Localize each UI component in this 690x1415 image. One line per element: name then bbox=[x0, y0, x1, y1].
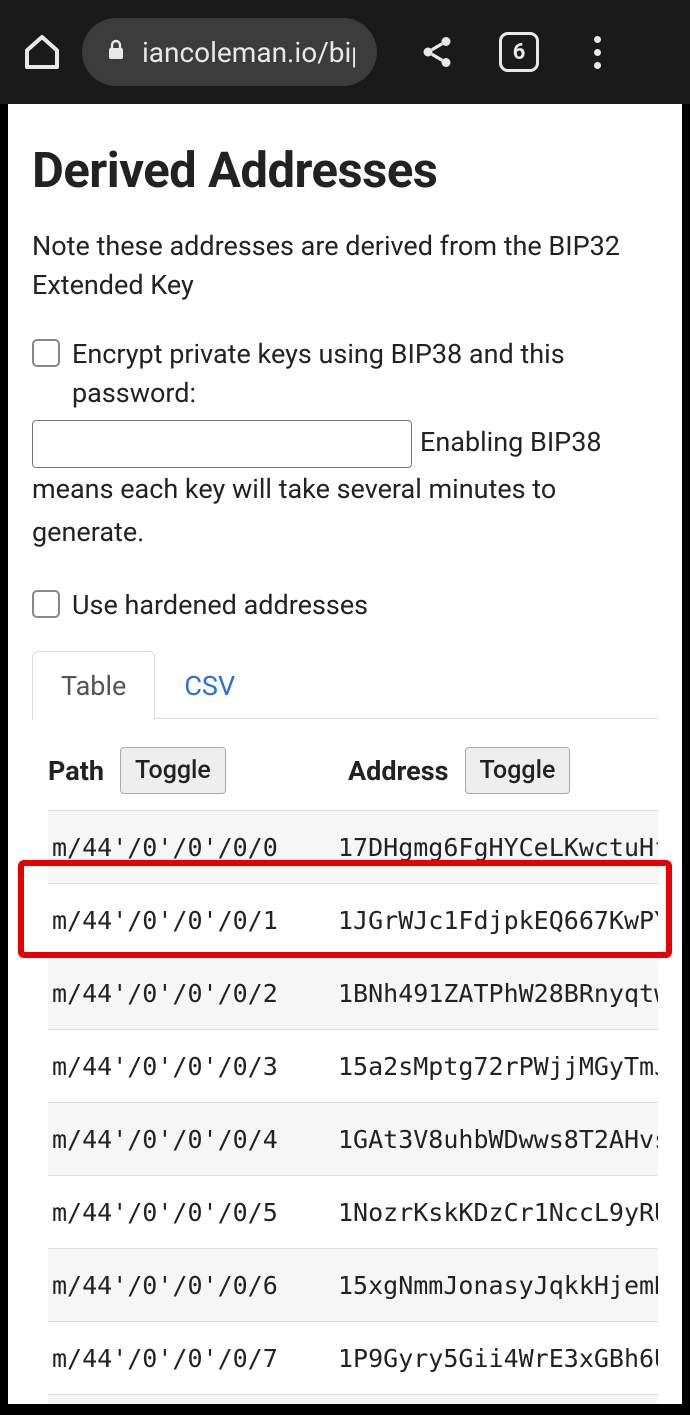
hardened-checkbox-label: Use hardened addresses bbox=[72, 586, 368, 625]
cell-address: 1P9Gyry5Gii4WrE3xGBh6U bbox=[338, 1344, 658, 1373]
page-note: Note these addresses are derived from th… bbox=[32, 227, 658, 305]
cell-path: m/44'/0'/0'/0/0 bbox=[48, 833, 338, 862]
cell-address: 1JGrWJc1FdjpkEQ667KwPY bbox=[338, 906, 658, 935]
table-row[interactable]: m/44'/0'/0'/0/71P9Gyry5Gii4WrE3xGBh6U bbox=[48, 1321, 658, 1394]
cell-path: m/44'/0'/0'/0/6 bbox=[48, 1271, 338, 1300]
home-icon[interactable] bbox=[20, 30, 64, 74]
bip38-checkbox-row: Encrypt private keys using BIP38 and thi… bbox=[32, 335, 658, 413]
toggle-path-button[interactable]: Toggle bbox=[120, 747, 226, 794]
address-table: Path Toggle Address Toggle m/44'/0'/0'/0… bbox=[32, 737, 658, 1404]
cell-path: m/44'/0'/0'/0/5 bbox=[48, 1198, 338, 1227]
table-row[interactable]: m/44'/0'/0'/0/017DHgmg6FgHYCeLKwctuHf bbox=[48, 810, 658, 883]
col-header-path: Path bbox=[48, 755, 104, 787]
bip38-hint-rest: means each key will take several minutes… bbox=[32, 473, 556, 548]
bip38-checkbox[interactable] bbox=[32, 339, 60, 367]
tab-table[interactable]: Table bbox=[32, 651, 155, 720]
cell-address: 1NozrKskKDzCr1NccL9yRU bbox=[338, 1198, 658, 1227]
bip38-hint-prefix: Enabling BIP38 bbox=[420, 426, 602, 458]
toggle-address-button[interactable]: Toggle bbox=[465, 747, 571, 794]
page-content: Derived Addresses Note these addresses a… bbox=[8, 104, 682, 1404]
table-row[interactable]: m/44'/0'/0'/0/615xgNmmJonasyJqkkHjemR bbox=[48, 1248, 658, 1321]
result-tabs: Table CSV bbox=[32, 649, 658, 719]
cell-address: 1GAt3V8uhbWDwws8T2AHvs bbox=[338, 1125, 658, 1154]
cell-path: m/44'/0'/0'/0/2 bbox=[48, 979, 338, 1008]
url-text: iancoleman.io/bip bbox=[142, 36, 355, 69]
hardened-checkbox-row: Use hardened addresses bbox=[32, 586, 658, 625]
cell-path: m/44'/0'/0'/0/1 bbox=[48, 906, 338, 935]
tab-count-button[interactable]: 6 bbox=[499, 32, 539, 72]
tab-count-value: 6 bbox=[513, 40, 526, 65]
col-header-address: Address bbox=[348, 755, 449, 787]
cell-path: m/44'/0'/0'/0/7 bbox=[48, 1344, 338, 1373]
table-row[interactable]: m/44'/0'/0'/0/11JGrWJc1FdjpkEQ667KwPY bbox=[48, 883, 658, 956]
bip38-hint-block: Enabling BIP38 means each key will take … bbox=[32, 420, 658, 554]
page-title: Derived Addresses bbox=[32, 142, 658, 199]
cell-path: m/44'/0'/0'/0/3 bbox=[48, 1052, 338, 1081]
lock-icon bbox=[104, 36, 128, 68]
share-icon[interactable] bbox=[415, 30, 459, 74]
table-header: Path Toggle Address Toggle bbox=[48, 737, 658, 810]
table-row[interactable]: m/44'/0'/0'/0/315a2sMptg72rPWjjMGyTmJ bbox=[48, 1029, 658, 1102]
cell-address: 17DHgmg6FgHYCeLKwctuHf bbox=[338, 833, 658, 862]
bip38-checkbox-label: Encrypt private keys using BIP38 and thi… bbox=[72, 335, 658, 413]
cell-address: 1BNh491ZATPhW28BRnyqtw bbox=[338, 979, 658, 1008]
url-bar[interactable]: iancoleman.io/bip bbox=[82, 18, 377, 86]
cell-address: 15xgNmmJonasyJqkkHjemR bbox=[338, 1271, 658, 1300]
overflow-menu-icon[interactable] bbox=[575, 30, 619, 74]
browser-toolbar: iancoleman.io/bip 6 bbox=[0, 0, 690, 104]
hardened-checkbox[interactable] bbox=[32, 590, 60, 618]
table-row[interactable]: m/44'/0'/0'/0/51NozrKskKDzCr1NccL9yRU bbox=[48, 1175, 658, 1248]
tab-csv[interactable]: CSV bbox=[155, 651, 264, 720]
table-row[interactable]: m/44'/0'/0'/0/21BNh491ZATPhW28BRnyqtw bbox=[48, 956, 658, 1029]
bip38-password-input[interactable] bbox=[32, 420, 412, 468]
cell-path: m/44'/0'/0'/0/4 bbox=[48, 1125, 338, 1154]
table-body: m/44'/0'/0'/0/017DHgmg6FgHYCeLKwctuHfm/4… bbox=[48, 810, 658, 1404]
cell-address: 15a2sMptg72rPWjjMGyTmJ bbox=[338, 1052, 658, 1081]
table-row[interactable]: m/44'/0'/0'/0/81PFRBHMUFeQgCYn55tuWpm bbox=[48, 1394, 658, 1404]
table-row[interactable]: m/44'/0'/0'/0/41GAt3V8uhbWDwws8T2AHvs bbox=[48, 1102, 658, 1175]
